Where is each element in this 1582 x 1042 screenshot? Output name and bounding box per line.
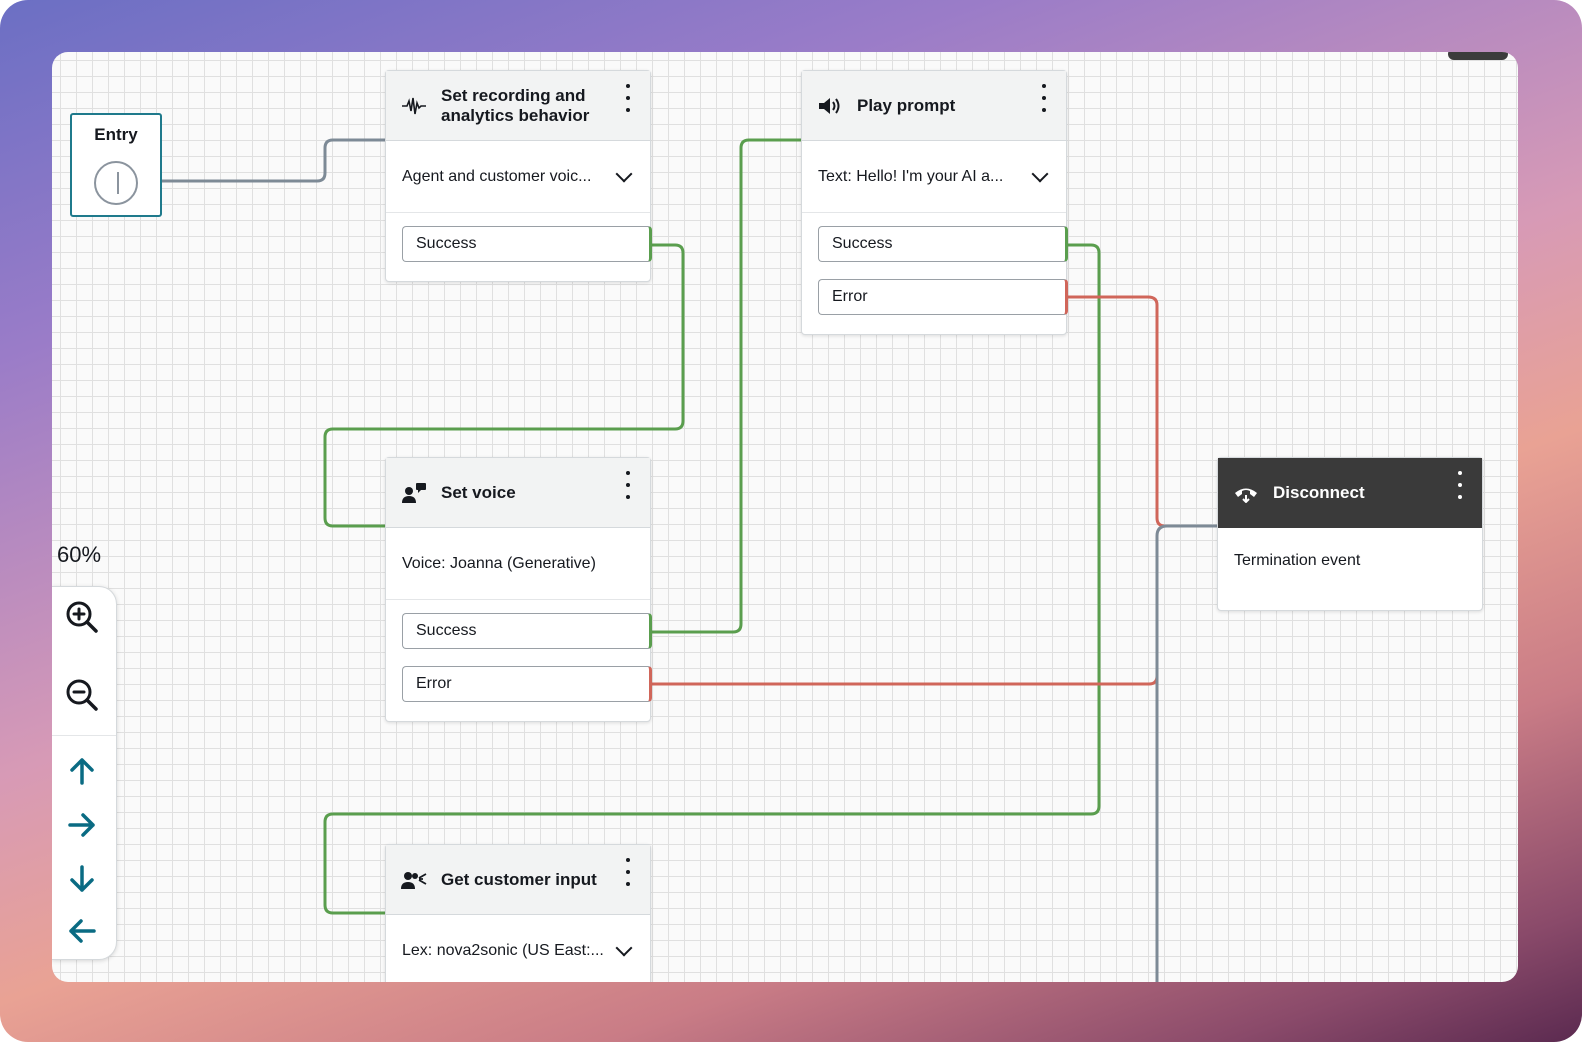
block-title: Get customer input [441, 869, 597, 889]
block-disconnect[interactable]: Disconnect Termination event [1217, 457, 1483, 611]
chevron-down-icon[interactable] [615, 939, 633, 956]
block-header: Play prompt [802, 71, 1066, 141]
block-menu-icon[interactable] [622, 84, 634, 112]
block-set-voice[interactable]: Set voice Voice: Joanna (Generative) Suc… [385, 457, 652, 722]
branch-error[interactable]: Error [818, 279, 1068, 315]
entry-node[interactable]: Entry [70, 113, 162, 217]
flow-designer-canvas[interactable]: Entry Set recording and analytics behavi… [52, 52, 1518, 982]
canvas-navigation-panel [52, 586, 117, 960]
block-menu-icon[interactable] [622, 471, 634, 499]
block-title: Disconnect [1273, 482, 1365, 502]
block-get-customer-input[interactable]: Get customer input Lex: nova2sonic (US E… [385, 844, 651, 982]
block-config-text: Voice: Joanna (Generative) [402, 554, 596, 572]
pan-left-icon[interactable] [64, 913, 100, 949]
hang-up-icon [1233, 480, 1259, 506]
zoom-level: 60% [57, 542, 102, 567]
zoom-out-icon[interactable] [64, 677, 100, 713]
block-config-text: Lex: nova2sonic (US East:... [402, 941, 604, 959]
wire-entry-to-recording [139, 140, 402, 183]
block-config-text: Termination event [1234, 552, 1361, 569]
person-input-icon [401, 867, 427, 893]
branch-success[interactable]: Success [818, 226, 1068, 262]
zoom-in-icon[interactable] [64, 599, 100, 635]
branch-error[interactable]: Error [402, 666, 652, 702]
wire-set-voice-success-to-play-prompt [652, 140, 818, 634]
chevron-down-icon[interactable] [1031, 165, 1049, 182]
block-header: Disconnect [1218, 458, 1482, 528]
pan-right-icon[interactable] [64, 807, 100, 843]
branch-success[interactable]: Success [402, 613, 652, 649]
pan-down-icon[interactable] [64, 861, 100, 897]
entry-connector-icon[interactable] [94, 161, 138, 205]
block-menu-icon[interactable] [1038, 84, 1050, 112]
entry-title: Entry [94, 125, 138, 144]
block-menu-icon[interactable] [1454, 471, 1466, 499]
block-header: Set voice [386, 458, 650, 528]
block-config-row[interactable]: Termination event [1218, 528, 1482, 610]
chevron-down-icon[interactable] [615, 165, 633, 182]
block-menu-icon[interactable] [622, 858, 634, 886]
block-config-row[interactable]: Text: Hello! I'm your AI a... [802, 141, 1066, 213]
block-config-row[interactable]: Voice: Joanna (Generative) [386, 528, 650, 600]
block-set-recording[interactable]: Set recording and analytics behavior Age… [385, 70, 652, 282]
divider [52, 735, 116, 736]
block-config-row[interactable]: Lex: nova2sonic (US East:... [386, 915, 650, 982]
block-config-text: Agent and customer voic... [402, 167, 592, 185]
block-title: Play prompt [857, 95, 956, 115]
person-speech-icon [401, 480, 427, 506]
pan-up-icon[interactable] [64, 753, 100, 789]
block-play-prompt[interactable]: Play prompt Text: Hello! I'm your AI a..… [801, 70, 1068, 335]
block-header: Set recording and analytics behavior [386, 71, 650, 141]
block-title: Set voice [441, 482, 516, 502]
block-config-row[interactable]: Agent and customer voic... [386, 141, 650, 213]
branch-success[interactable]: Success [402, 226, 652, 262]
wire-set-voice-error-to-disconnect [652, 536, 1159, 686]
wire-play-prompt-error-to-disconnect [1068, 295, 1202, 528]
speaker-icon [817, 93, 843, 119]
block-header: Get customer input [386, 845, 650, 915]
waveform-icon [401, 93, 427, 119]
block-config-text: Text: Hello! I'm your AI a... [818, 167, 1004, 185]
block-title: Set recording and analytics behavior [441, 85, 590, 125]
